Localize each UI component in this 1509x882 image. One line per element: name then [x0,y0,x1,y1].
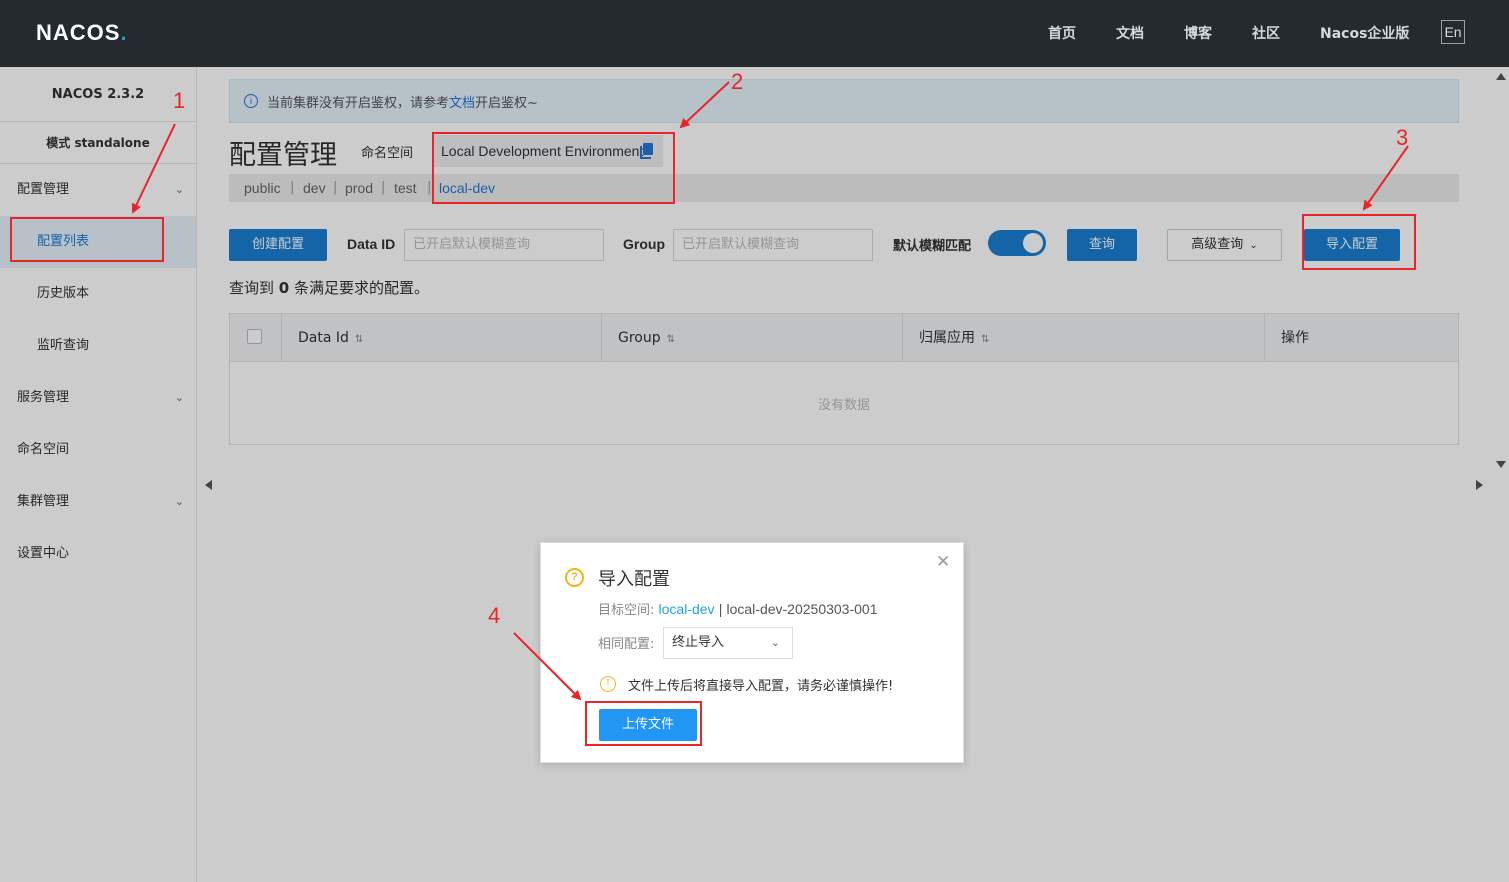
nav-enterprise[interactable]: Nacos企业版 [1320,23,1409,43]
nav-home[interactable]: 首页 [1048,23,1076,43]
annotation-box-4 [585,701,702,746]
warning-icon: ! [600,676,616,692]
annotation-number-2: 2 [731,69,744,94]
annotation-box-3 [1302,214,1416,270]
upload-warning: 文件上传后将直接导入配置，请务必谨慎操作! [628,679,894,694]
target-namespace: 目标空间: local-dev | local-dev-20250303-001 [598,601,878,618]
close-icon[interactable]: ✕ [936,552,950,572]
nav-blog[interactable]: 博客 [1184,23,1212,43]
nav-docs[interactable]: 文档 [1116,23,1144,43]
top-navbar: NACOS. 首页 文档 博客 社区 Nacos企业版 En [0,0,1509,67]
dialog-title: 导入配置 [598,569,670,590]
question-icon: ? [565,568,584,587]
annotation-box-1 [10,217,164,262]
chevron-down-icon: ⌄ [770,636,780,649]
annotation-number-3: 3 [1396,125,1409,150]
nav-community[interactable]: 社区 [1252,23,1280,43]
language-toggle-button[interactable]: En [1441,20,1465,44]
annotation-number-4: 4 [488,603,501,628]
annotation-box-2 [432,132,675,204]
nacos-logo[interactable]: NACOS. [36,20,128,46]
same-config-select[interactable]: 终止导入 ⌄ [663,627,793,659]
same-config-label: 相同配置: [598,637,655,652]
annotation-number-1: 1 [173,88,186,113]
